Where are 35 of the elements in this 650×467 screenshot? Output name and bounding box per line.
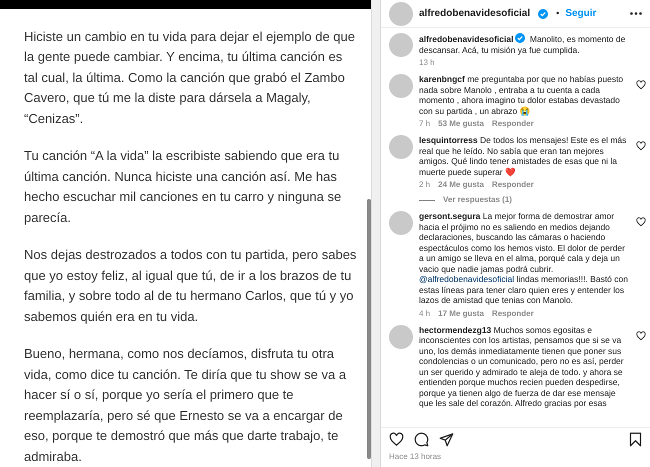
heart-icon[interactable] (636, 80, 646, 90)
comment-text: hectormendezg13 Muchos somos egositas e inconscientes con los artistas, pensamos que si se va uno, los demás inmediatamente tienen que poner sus condolencias o un comunicado, pero no es así, perder un ser querido y admirado te aleja de todo. y ahora se entienden porque muchos recien pueden despedirse, porque ya tienen algo de fuerza de dar ese mensaje que les sale del corazón. Alfredo gracias por esas (419, 324, 625, 408)
comment-text: gersont.segura La mejor forma de demostrar amor hacia el prójimo no es saliendo en medios dejando declaraciones, buscando las cámaras o haciendo espectáculos como los hemos visto. El dolor de perder a un amigo se lleva en el alma, porqué cala y deja un vacio que nadie jamas podrá cubrir. @alfredobenavidesoficial lindas memorias!!!. Bastó con estas líneas para tener claro quien eres y entender los lazos de amistad que tenias con Manolo. (419, 211, 629, 306)
follow-link[interactable]: Seguir (565, 6, 596, 21)
mention-link[interactable]: @alfredobenavidesoficial (419, 274, 514, 284)
heart-icon[interactable] (389, 432, 404, 447)
heart-icon[interactable] (636, 141, 646, 151)
more-icon[interactable] (630, 12, 642, 15)
caption-time: 13 h (419, 57, 435, 69)
comment-text: lesquintorress De todos los mensajes! Este es el más real que he leído. No sabía que eran tan mejores amigos. Qué lindo tener amistades de esas que ni la muerte puede superar ❤ (419, 135, 628, 177)
comment-text: karenbngcf me preguntaba por que no habías puesto nada sobre Manolo , entraba a tu cuenta a cada momento , ahora imagino tu dolor estabas devastado con su partida , un abrazo 😭 (419, 74, 624, 116)
bookmark-icon[interactable] (629, 432, 642, 447)
heart-icon[interactable] (636, 330, 646, 340)
like-count[interactable]: 53 Me gusta (438, 118, 484, 130)
post-timestamp: Hace 13 horas (389, 451, 442, 463)
reply-link[interactable]: Responder (492, 179, 534, 191)
caption-text: alfredobenavidesoficial Manolito, es momento de descansar. Acá, tu misión ya fue cumplida. (419, 33, 626, 55)
comment-time: 4 h (419, 308, 430, 320)
comment-time: 7 h (419, 118, 430, 130)
scrollbar-thumb[interactable] (367, 198, 371, 459)
reply-link[interactable]: Responder (492, 308, 534, 320)
article-paragraph: Hiciste un cambio en tu vida para dejar el ejemplo de que la gente puede cambiar. Y encima, tu última canción es tal cual, la última. Como la canción que grabó el Zambo Cavero, que tú me la diste para dársela a Magaly, “Cenizas”. (24, 28, 356, 128)
article-paragraph: Bueno, hermana, como nos decíamos, disfruta tu otra vida, como dice tu canción. Te diría que tu show se va a hacer sí o sí, porque yo sería el primero que te reemplazaría, pero sé que Ernesto se va a encargar de eso, porque te demostró que más que darte trabajo, te admiraba. (24, 345, 348, 466)
article-paragraph: Nos dejas destrozados a todos con tu partida, pero sabes que yo estoy feliz, al igual que tú, de ir a los brazos de tu familia, y sobre todo al de tu hermano Carlos, que tú y yo sabemos quién era en tu vida. (24, 246, 357, 326)
reply-link[interactable]: Responder (492, 118, 534, 130)
username[interactable]: alfredobenavidesoficial (419, 6, 530, 21)
like-count[interactable]: 24 Me gusta (438, 179, 484, 191)
like-count[interactable]: 17 Me gusta (438, 308, 484, 320)
heart-icon[interactable] (636, 217, 646, 227)
comment-icon[interactable] (414, 432, 429, 447)
view-replies-link[interactable]: Ver respuestas (1) (443, 194, 512, 206)
separator-dot: • (556, 6, 560, 20)
comment-time: 2 h (419, 179, 430, 191)
article-paragraph: Tu canción “A la vida” la escribiste sabiendo que era tu última canción. Nunca hiciste una canción así. Me has hecho escuchar mil canciones en tu carro y ninguna se parecía. (24, 147, 342, 227)
share-icon[interactable] (439, 432, 454, 447)
